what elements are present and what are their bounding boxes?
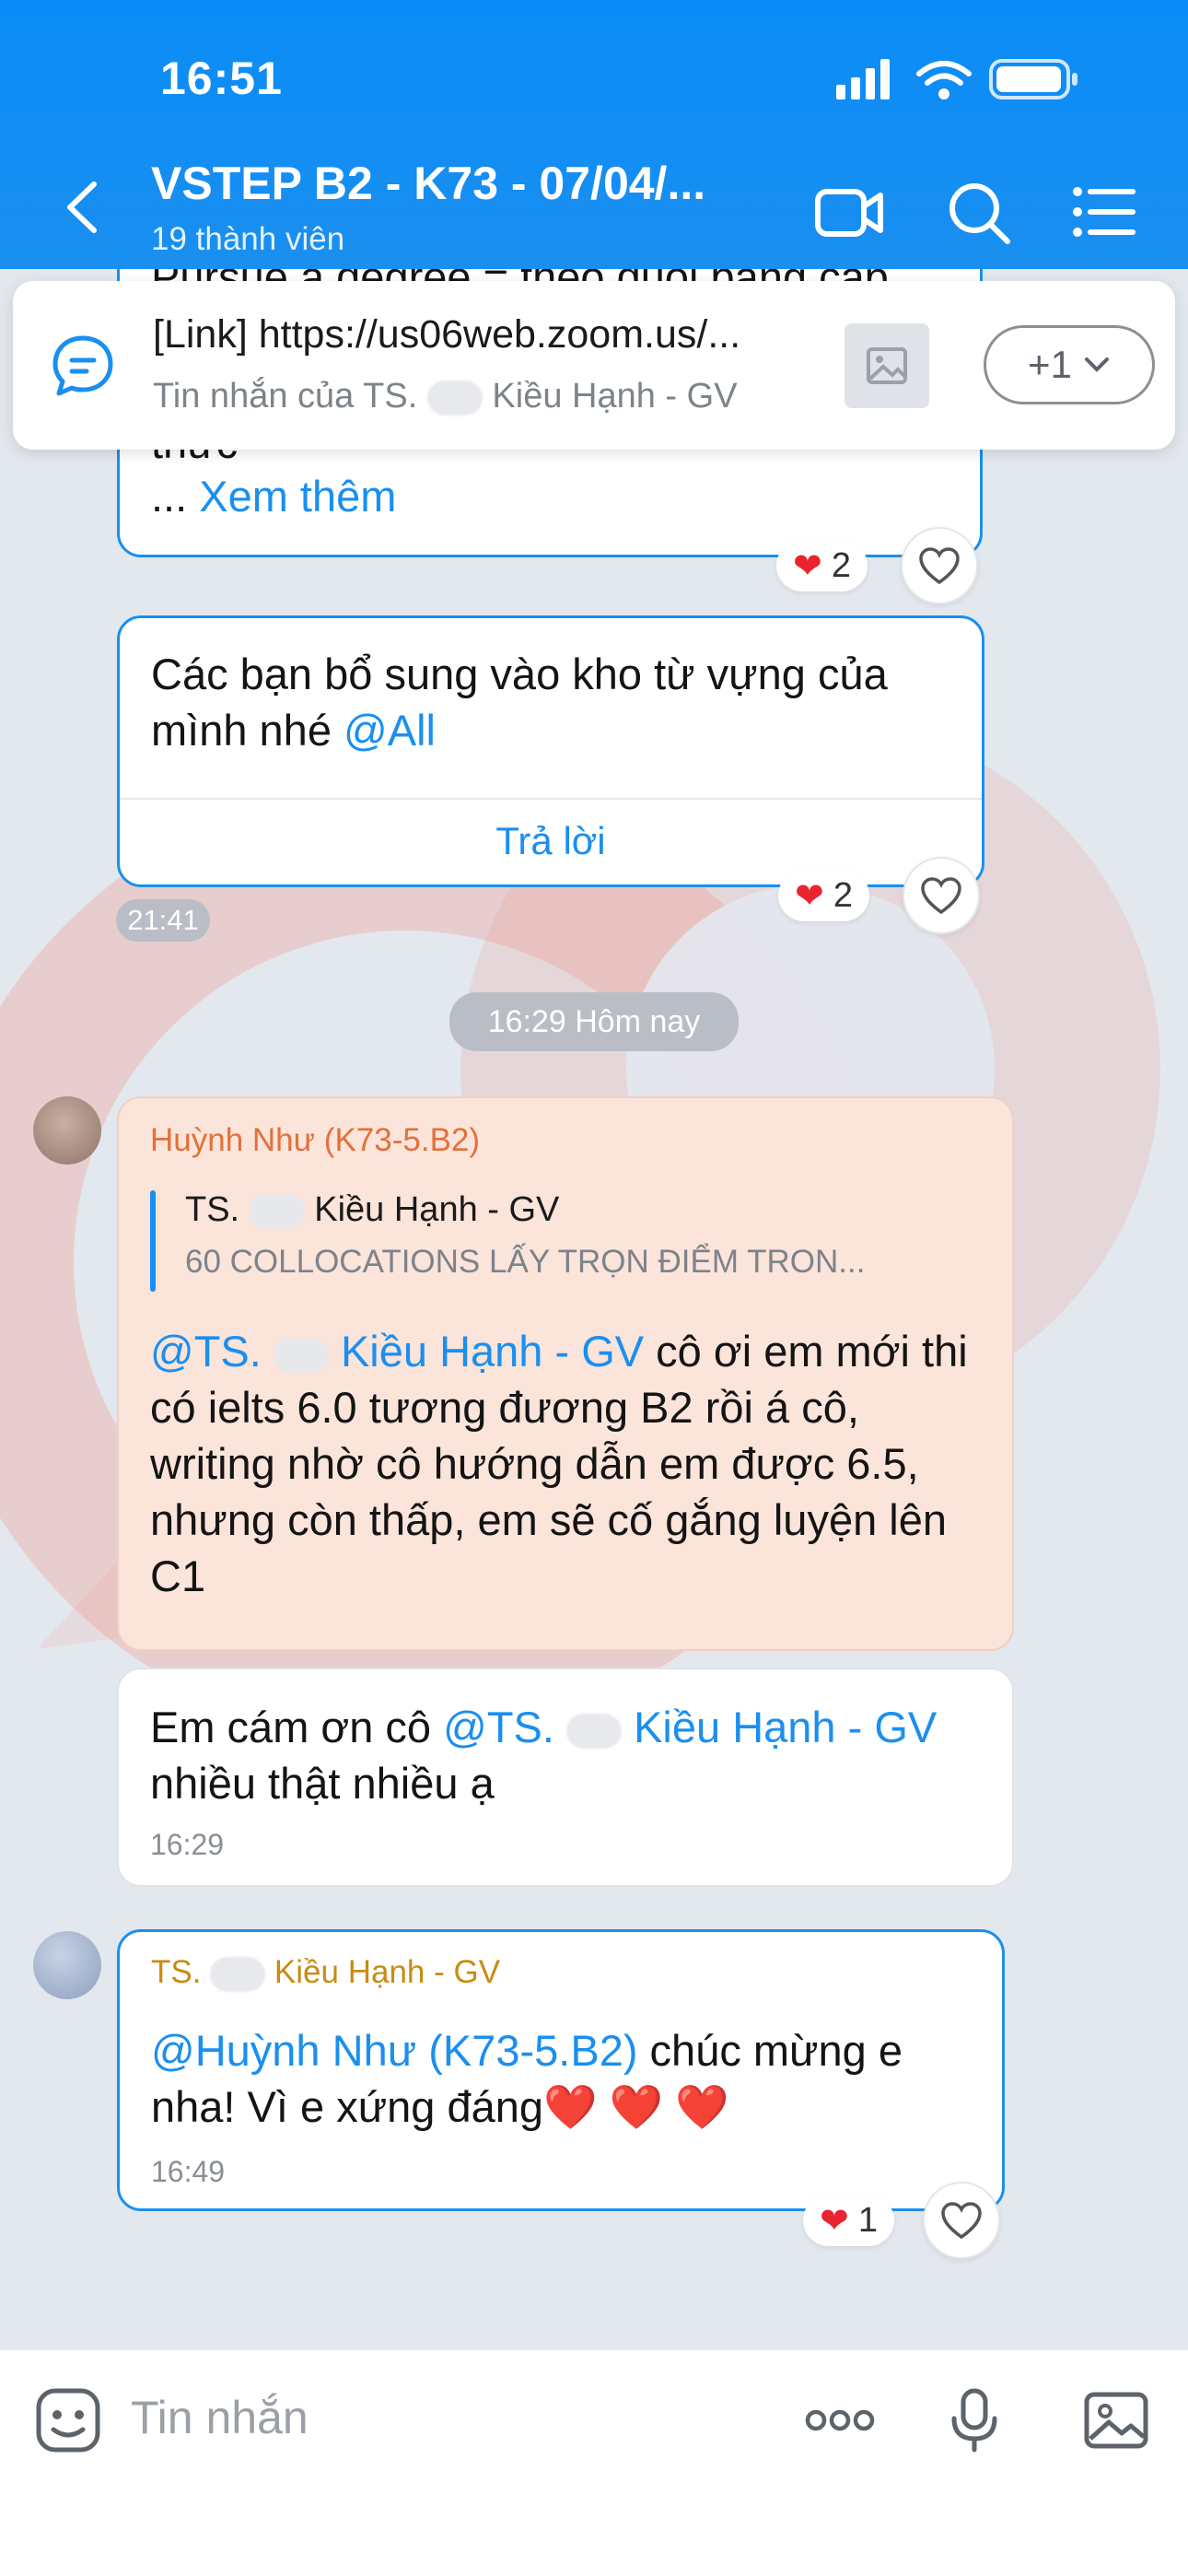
message-text: @Huỳnh Như (K73-5.B2) chúc mừng e nha! V… [151, 2022, 980, 2135]
gallery-icon[interactable] [1079, 2383, 1153, 2457]
quote-author: TS. Kiều Hạnh - GV [185, 1190, 559, 1230]
mention-suffix: Kiều Hạnh - GV [634, 1703, 938, 1751]
message-bubble[interactable]: Em cám ơn cô @TS. Kiều Hạnh - GV nhiều t… [117, 1668, 1014, 1887]
message-text: Các bạn bổ sung vào kho từ vựng của mình… [151, 646, 961, 758]
pinned-link[interactable]: [Link] https://us06web.zoom.us/... [153, 312, 740, 357]
reaction-number: 1 [857, 2200, 878, 2240]
heart-icon: ❤ [820, 2201, 849, 2241]
message-icon [52, 335, 113, 396]
mention-prefix: @TS. [443, 1703, 554, 1751]
reply-button[interactable]: Trả lời [120, 819, 982, 863]
pinned-message-banner[interactable]: [Link] https://us06web.zoom.us/... Tin n… [13, 281, 1175, 450]
like-icon [921, 877, 961, 915]
mention[interactable]: @TS. Kiều Hạnh - GV [150, 1327, 644, 1376]
message-time: 16:29 [150, 1828, 225, 1861]
redacted-name [249, 1193, 305, 1229]
sender-suffix: Kiều Hạnh - GV [274, 1954, 501, 1990]
ellipsis: ... [151, 472, 200, 521]
pinned-from: Tin nhắn của TS. Kiều Hạnh - GV [153, 377, 738, 416]
sender-name[interactable]: Huỳnh Như (K73-5.B2) [150, 1122, 480, 1159]
message-body: Các bạn bổ sung vào kho từ vựng của mình… [151, 650, 888, 755]
reaction-count[interactable]: ❤ 2 [776, 540, 868, 591]
pinned-more-button[interactable]: +1 [984, 325, 1155, 404]
mention-prefix: @TS. [150, 1327, 262, 1376]
message-composer: Tin nhắn [0, 2349, 1188, 2576]
sender-name[interactable]: TS. Kiều Hạnh - GV [151, 1954, 500, 1992]
pinned-from-suffix: Kiều Hạnh - GV [492, 377, 738, 416]
pinned-from-prefix: Tin nhắn của TS. [153, 377, 418, 416]
reaction-count[interactable]: ❤ 2 [778, 870, 869, 921]
message-bubble[interactable]: TS. Kiều Hạnh - GV @Huỳnh Như (K73-5.B2)… [117, 1929, 1005, 2211]
sender-prefix: TS. [151, 1954, 202, 1990]
message-input[interactable]: Tin nhắn [131, 2391, 309, 2444]
pinned-thumbnail[interactable] [844, 323, 929, 408]
mic-icon[interactable] [938, 2383, 1011, 2457]
see-more-link[interactable]: Xem thêm [199, 472, 396, 521]
message-bubble[interactable]: Huỳnh Như (K73-5.B2) TS. Kiều Hạnh - GV … [117, 1096, 1014, 1651]
more-icon[interactable] [803, 2383, 877, 2457]
video-call-icon[interactable] [812, 175, 886, 249]
sticker-icon[interactable] [31, 2383, 105, 2457]
mention-suffix: Kiều Hạnh - GV [340, 1327, 645, 1376]
image-icon [867, 347, 907, 384]
message-body: cô ơi em mới [644, 1327, 910, 1376]
message-text: @TS. Kiều Hạnh - GV cô ơi em mới thi có … [150, 1323, 993, 1604]
quote-text[interactable]: 60 COLLOCATIONS LẤY TRỌN ĐIỂM TRON... [185, 1244, 865, 1281]
message-body: nhiều thật nhiều ạ [150, 1759, 495, 1808]
mention[interactable]: @Huỳnh Như (K73-5.B2) [151, 2026, 638, 2075]
heart-icon: ❤ [795, 876, 824, 916]
heart-icon: ❤ [793, 546, 822, 586]
like-button[interactable] [901, 527, 978, 604]
chat-header: 16:51 VSTEP B2 - K73 - 07/04/... 19 thàn… [0, 0, 1188, 269]
quote-author-prefix: TS. [185, 1190, 240, 1229]
heart-emojis: ❤️ ❤️ ❤️ [543, 2082, 729, 2131]
menu-icon[interactable] [1068, 175, 1142, 249]
status-time: 16:51 [160, 53, 283, 104]
chat-title[interactable]: VSTEP B2 - K73 - 07/04/... [151, 157, 705, 210]
status-icons [836, 59, 1077, 100]
search-icon[interactable] [941, 175, 1015, 249]
quote-bar [150, 1190, 156, 1292]
message-bubble[interactable]: Các bạn bổ sung vào kho từ vựng của mình… [117, 615, 984, 887]
like-button[interactable] [923, 2182, 1000, 2259]
see-more: ... Xem thêm [151, 468, 396, 524]
member-count[interactable]: 19 thành viên [151, 221, 344, 258]
like-button[interactable] [903, 857, 980, 934]
message-time: 16:49 [151, 2155, 226, 2188]
chevron-down-icon [1084, 357, 1109, 372]
redacted-name [273, 1337, 329, 1373]
like-icon [919, 547, 960, 585]
pinned-more-count: +1 [1028, 343, 1072, 386]
redacted-name [566, 1713, 623, 1749]
redacted-name [426, 380, 483, 416]
mention-all[interactable]: @All [344, 706, 436, 755]
avatar[interactable] [33, 1931, 101, 1999]
back-icon[interactable] [55, 175, 111, 240]
message-time: 21:41 [116, 899, 210, 942]
avatar[interactable] [33, 1096, 101, 1165]
reaction-count[interactable]: ❤ 1 [803, 2195, 894, 2246]
reaction-number: 2 [831, 545, 851, 585]
date-divider: 16:29 Hôm nay [449, 992, 739, 1051]
redacted-name [210, 1956, 266, 1992]
mention[interactable]: @TS. Kiều Hạnh - GV [443, 1703, 937, 1751]
quote-author-suffix: Kiều Hạnh - GV [314, 1190, 560, 1229]
reaction-number: 2 [833, 875, 853, 915]
divider [120, 798, 982, 800]
message-body: Em cám ơn cô [150, 1703, 444, 1751]
like-icon [941, 2202, 982, 2240]
message-text: Em cám ơn cô @TS. Kiều Hạnh - GV nhiều t… [150, 1699, 993, 1811]
